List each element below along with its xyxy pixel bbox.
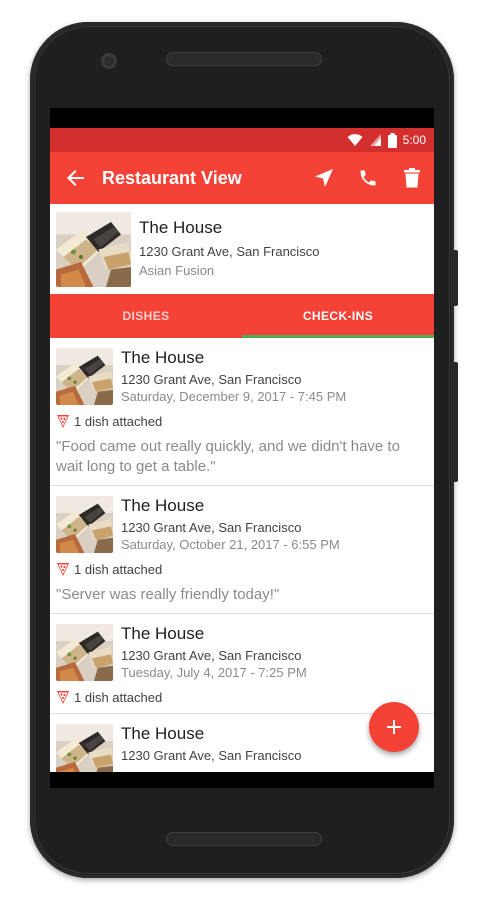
front-camera [101,53,117,69]
dish-count: 1 dish attached [74,561,163,577]
wifi-icon [347,134,363,146]
delete-button[interactable] [390,168,434,188]
checkin-date: Saturday, October 21, 2017 - 6:55 PM [121,537,340,552]
plus-icon [387,720,401,734]
bottom-speaker [166,832,322,846]
content-area: The House 1230 Grant Ave, San Francisco … [50,204,434,772]
dish-attachment: 1 dish attached [56,561,428,577]
checkin-restaurant-name: The House [121,624,205,643]
checkin-restaurant-name: The House [121,496,205,515]
checkin-item[interactable]: The House 1230 Grant Ave, San Francisco … [50,338,434,486]
restaurant-name: The House [139,218,223,237]
checkin-item[interactable]: The House 1230 Grant Ave, San Francisco … [50,486,434,614]
tab-bar: DISHES CHECK-INS [50,294,434,338]
back-arrow-icon [67,170,84,186]
phone-screen: 5:00 Restaurant View The House 1230 Gran… [50,108,434,788]
checkin-photo [56,624,113,681]
volume-button [452,250,458,306]
checkin-date: Saturday, December 9, 2017 - 7:45 PM [121,389,347,404]
add-checkin-button[interactable] [369,702,419,752]
restaurant-photo [56,212,131,287]
tab-indicator [242,335,434,338]
phone-icon [360,170,376,186]
restaurant-address: 1230 Grant Ave, San Francisco [139,244,320,259]
cellular-signal-icon [369,134,381,146]
tab-dishes[interactable]: DISHES [50,294,242,338]
battery-icon [387,132,397,148]
pizza-icon [56,413,70,429]
checkin-address: 1230 Grant Ave, San Francisco [121,648,302,663]
checkin-address: 1230 Grant Ave, San Francisco [121,748,302,763]
checkin-photo [56,348,113,405]
checkin-restaurant-name: The House [121,348,205,367]
dish-count: 1 dish attached [74,413,163,429]
checkin-restaurant-name: The House [121,724,205,743]
pizza-icon [56,561,70,577]
earpiece-speaker [166,52,322,66]
checkin-address: 1230 Grant Ave, San Francisco [121,372,302,387]
pizza-icon [56,689,70,705]
checkin-date: Tuesday, July 4, 2017 - 7:25 PM [121,665,307,680]
page-title: Restaurant View [102,167,242,188]
checkin-address: 1230 Grant Ave, San Francisco [121,520,302,535]
status-time: 5:00 [402,133,426,147]
dish-count: 1 dish attached [74,689,163,705]
screen-bottom-bezel [50,772,434,788]
checkin-item[interactable]: The House 1230 Grant Ave, San Francisco … [50,614,434,714]
navigation-icon [315,169,333,187]
checkin-photo [56,496,113,553]
restaurant-category: Asian Fusion [139,263,215,278]
checkin-comment: "Server was really friendly today!" [56,586,280,603]
directions-button[interactable] [302,168,346,188]
dish-attachment: 1 dish attached [56,413,428,429]
app-bar: Restaurant View [50,152,434,204]
tab-check-ins[interactable]: CHECK-INS [242,294,434,338]
back-button[interactable] [50,169,102,187]
dish-attachment: 1 dish attached [56,689,428,705]
call-button[interactable] [346,168,390,188]
delete-icon [404,168,420,188]
status-bar: 5:00 [50,128,434,152]
power-button [452,362,458,482]
screen-top-bezel [50,108,434,128]
restaurant-header: The House 1230 Grant Ave, San Francisco … [50,204,434,294]
restaurant-details: The House 1230 Grant Ave, San Francisco … [139,212,319,278]
checkin-comment: "Food came out really quickly, and we di… [56,438,400,475]
checkin-photo [56,724,113,772]
